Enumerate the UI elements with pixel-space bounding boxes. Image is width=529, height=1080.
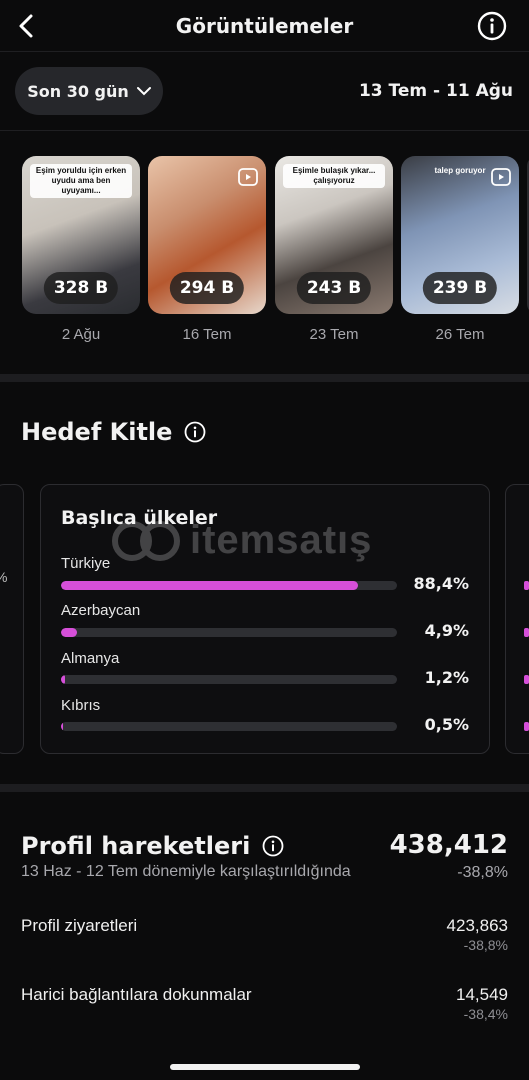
info-icon[interactable]: [184, 421, 206, 443]
audience-card-previous[interactable]: %: [0, 484, 24, 754]
audience-card-next[interactable]: [505, 484, 529, 754]
section-title-profile-activity: Profil hareketleri: [21, 832, 284, 860]
thumbnail-caption: Eşimle bulaşık yıkar... çalışıyoruz: [283, 164, 385, 188]
metric-label: Harici bağlantılara dokunmalar: [21, 985, 252, 1004]
metric-change: -38,8%: [463, 937, 508, 953]
thumbnail-views: 239 B: [422, 272, 498, 304]
content-thumbnail[interactable]: Eşim yoruldu için erken uyudu ama ben uy…: [22, 156, 140, 314]
home-indicator[interactable]: [170, 1064, 360, 1070]
top-content-row: Eşim yoruldu için erken uyudu ama ben uy…: [0, 156, 529, 356]
metric-value: 14,549: [456, 985, 508, 1004]
thumbnail-date: 23 Tem: [309, 326, 359, 343]
country-bar-fill: [61, 675, 66, 684]
country-bar-fill: [61, 722, 64, 731]
metric-value: 423,863: [446, 916, 508, 935]
filter-row: Son 30 gün 13 Tem - 11 Ağu: [0, 53, 529, 131]
metric-change: -38,4%: [463, 1006, 508, 1022]
top-bar: Görüntülemeler: [0, 0, 529, 52]
audience-title: Hedef Kitle: [21, 418, 173, 446]
section-title-audience: Hedef Kitle: [21, 418, 206, 446]
country-bar-track: [61, 581, 397, 590]
country-label: Azerbaycan: [61, 602, 141, 619]
content-thumbnail[interactable]: 294 B: [148, 156, 266, 314]
info-button[interactable]: [477, 11, 507, 41]
comparison-period: 13 Haz - 12 Tem dönemiyle karşılaştırıld…: [21, 863, 351, 880]
reels-icon: [238, 168, 258, 186]
section-divider: [0, 784, 529, 792]
edge-bar: [524, 675, 529, 684]
country-value: 0,5%: [424, 715, 469, 734]
thumbnail-views: 243 B: [296, 272, 372, 304]
section-divider: [0, 374, 529, 382]
thumbnail-views: 328 B: [43, 272, 119, 304]
info-icon[interactable]: [262, 835, 284, 857]
country-value: 1,2%: [424, 668, 469, 687]
top-countries-card[interactable]: Başlıca ülkeler Türkiye 88,4% Azerbaycan…: [40, 484, 490, 754]
metric-label: Profil ziyaretleri: [21, 916, 138, 935]
thumbnail-date: 2 Ağu: [61, 326, 101, 343]
profile-activity-change: -38,8%: [457, 864, 508, 881]
country-bar-track: [61, 628, 397, 637]
chevron-down-icon: [136, 87, 151, 96]
country-bar-fill: [61, 581, 359, 590]
info-icon: [477, 11, 507, 41]
reels-icon: [491, 168, 511, 186]
date-range: 13 Tem - 11 Ağu: [358, 81, 513, 101]
date-filter-dropdown[interactable]: Son 30 gün: [15, 67, 163, 115]
thumbnail-views: 294 B: [169, 272, 245, 304]
page-title: Görüntülemeler: [175, 14, 354, 38]
country-bar-track: [61, 722, 397, 731]
thumbnail-date: 16 Tem: [182, 326, 232, 343]
thumbnail-date: 26 Tem: [435, 326, 485, 343]
country-value: 88,4%: [413, 574, 469, 593]
country-value: 4,9%: [424, 621, 469, 640]
country-bar-track: [61, 675, 397, 684]
edge-text: %: [0, 569, 7, 585]
country-label: Kıbrıs: [61, 697, 101, 714]
profile-activity-title: Profil hareketleri: [21, 832, 251, 860]
content-thumbnail[interactable]: talep goruyor 239 B: [401, 156, 519, 314]
card-title: Başlıca ülkeler: [61, 507, 218, 529]
country-label: Türkiye: [61, 555, 111, 572]
profile-activity-total: 438,412: [389, 830, 508, 860]
edge-bar: [524, 628, 529, 637]
content-thumbnail[interactable]: Eşimle bulaşık yıkar... çalışıyoruz 243 …: [275, 156, 393, 314]
country-label: Almanya: [61, 650, 120, 667]
thumbnail-caption: Eşim yoruldu için erken uyudu ama ben uy…: [30, 164, 132, 198]
date-filter-label: Son 30 gün: [27, 81, 129, 101]
country-bar-fill: [61, 628, 78, 637]
edge-bar: [524, 581, 529, 590]
edge-bar: [524, 722, 529, 731]
